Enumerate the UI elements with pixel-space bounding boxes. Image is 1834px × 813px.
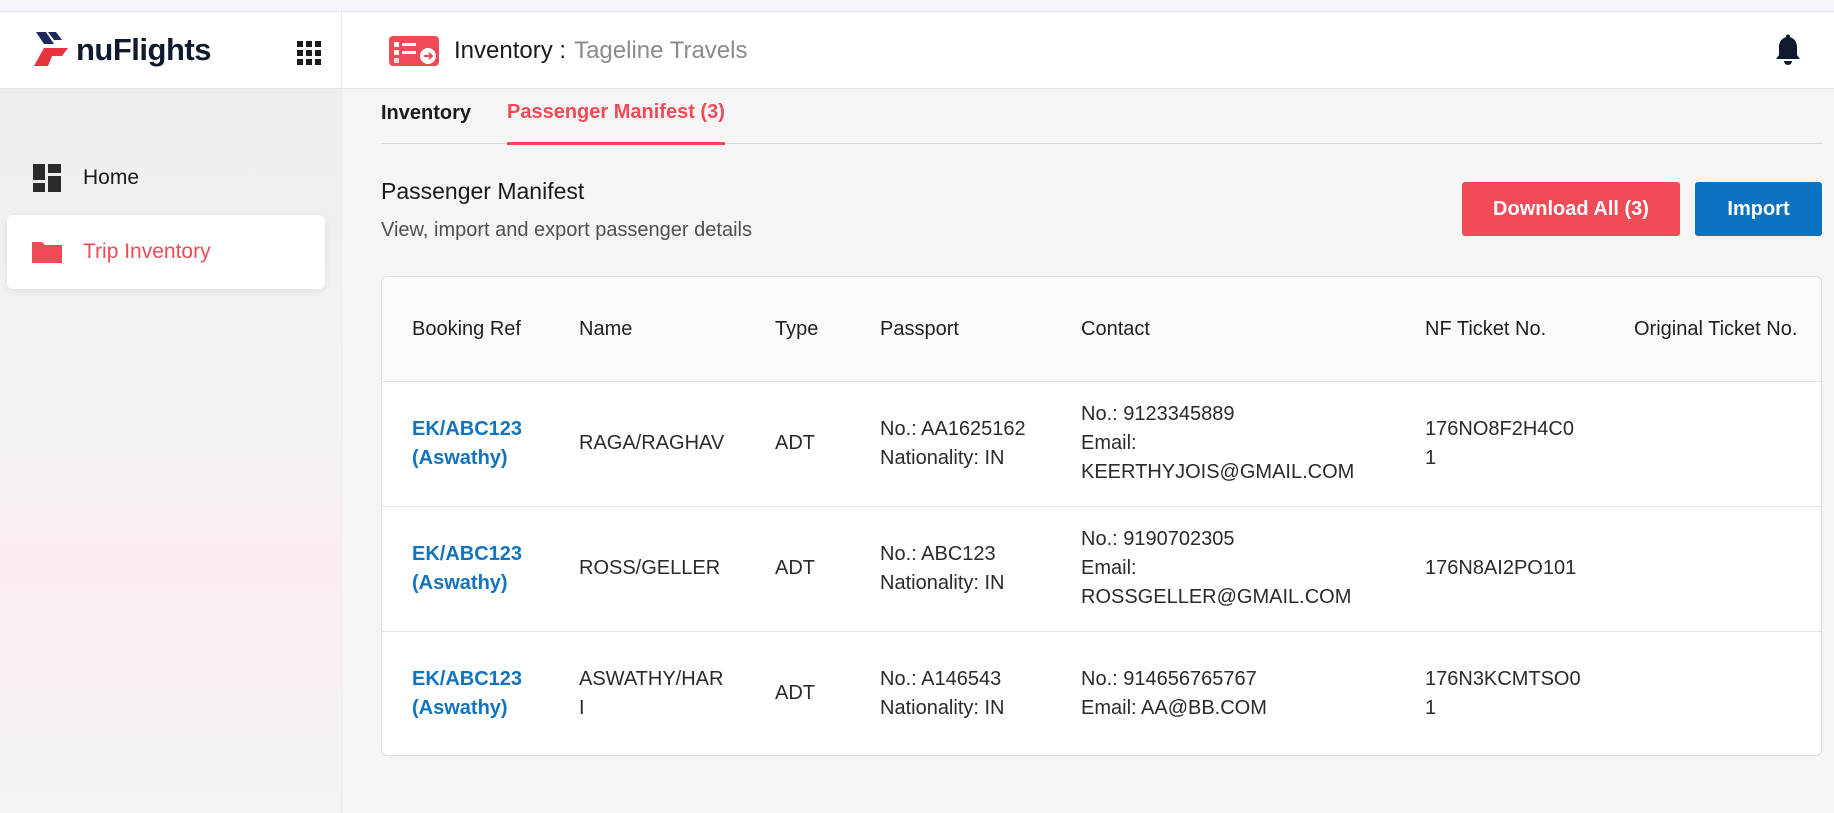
import-button[interactable]: Import xyxy=(1695,182,1822,236)
booking-ref-link[interactable]: EK/ABC123 (Aswathy) xyxy=(382,631,549,755)
header-original-ticket: Original Ticket No. xyxy=(1634,317,1798,340)
contact-email: Email: AA@BB.COM xyxy=(1081,696,1267,719)
booking-ref-link[interactable]: EK/ABC123 (Aswathy) xyxy=(382,506,549,631)
contact-email: Email: ROSSGELLER@GMAIL.COM xyxy=(1081,557,1352,608)
header-name: Name xyxy=(579,317,633,340)
logo-text: nuFlights xyxy=(76,32,211,67)
header-contact: Contact xyxy=(1081,317,1150,340)
folder-icon xyxy=(31,236,63,268)
passenger-type: ADT xyxy=(775,432,815,454)
top-strip xyxy=(0,0,1834,12)
contact-cell: No.: 9190702305 Email: ROSSGELLER@GMAIL.… xyxy=(1051,506,1395,631)
table-row: EK/ABC123 (Aswathy) ROSS/GELLER ADT No.:… xyxy=(382,506,1821,631)
notifications-button[interactable] xyxy=(1772,34,1804,68)
app-grid-button[interactable] xyxy=(294,38,324,68)
contact-number: No.: 9123345889 xyxy=(1081,403,1235,425)
passenger-name: ASWATHY/HARI xyxy=(579,667,724,719)
page-title-agency: Tageline Travels xyxy=(574,37,748,64)
contact-number: No.: 914656765767 xyxy=(1081,667,1257,690)
header-nf-ticket: NF Ticket No. xyxy=(1425,317,1547,340)
app-header: nuFlights Inventory : Tageline Travels xyxy=(0,12,1834,89)
passenger-type: ADT xyxy=(775,557,815,579)
contact-email: Email: KEERTHYJOIS@GMAIL.COM xyxy=(1081,432,1355,483)
sidebar-item-home[interactable]: Home xyxy=(7,141,325,215)
original-ticket-number xyxy=(1604,506,1821,631)
sidebar-item-label: Trip Inventory xyxy=(83,240,211,263)
sidebar-item-trip-inventory[interactable]: Trip Inventory xyxy=(7,215,325,289)
download-all-button[interactable]: Download All (3) xyxy=(1462,182,1680,236)
section-subtitle: View, import and export passenger detail… xyxy=(381,219,752,241)
table-row: EK/ABC123 (Aswathy) ASWATHY/HARI ADT No.… xyxy=(382,631,1821,755)
sidebar: Home Trip Inventory xyxy=(0,89,342,813)
contact-number: No.: 9190702305 xyxy=(1081,528,1235,550)
header-booking-ref: Booking Ref xyxy=(412,317,521,340)
grid-icon xyxy=(297,41,321,65)
passenger-name: RAGA/RAGHAV xyxy=(579,432,725,454)
manifest-table: Booking Ref Name Type Passport Contact N… xyxy=(382,277,1821,755)
passport-number: No.: ABC123 xyxy=(880,542,996,565)
nf-ticket-number: 176N8AI2PO101 xyxy=(1425,557,1577,579)
sidebar-item-label: Home xyxy=(83,166,140,189)
section-title: Passenger Manifest xyxy=(381,178,585,204)
passport-cell: No.: A146543 Nationality: IN xyxy=(850,631,1051,755)
manifest-table-card: Booking Ref Name Type Passport Contact N… xyxy=(381,276,1822,756)
passenger-type: ADT xyxy=(775,682,815,705)
nuflights-logo[interactable]: nuFlights xyxy=(32,28,211,72)
header-passport: Passport xyxy=(880,317,959,340)
passport-number: No.: AA1625162 xyxy=(880,417,1026,440)
page-title-main: Inventory : xyxy=(454,37,567,64)
main-content: Inventory Passenger Manifest (3) Passeng… xyxy=(343,89,1834,813)
nationality: Nationality: IN xyxy=(880,446,1005,469)
booking-ref-link[interactable]: EK/ABC123 (Aswathy) xyxy=(382,381,549,506)
passport-number: No.: A146543 xyxy=(880,667,1002,690)
nf-ticket-number: 176N3KCMTSO01 xyxy=(1425,667,1581,719)
table-row: EK/ABC123 (Aswathy) RAGA/RAGHAV ADT No.:… xyxy=(382,381,1821,506)
contact-cell: No.: 914656765767 Email: AA@BB.COM xyxy=(1051,631,1395,755)
passport-cell: No.: ABC123 Nationality: IN xyxy=(850,506,1051,631)
contact-cell: No.: 9123345889 Email: KEERTHYJOIS@GMAIL… xyxy=(1051,381,1395,506)
ticket-list-icon xyxy=(389,36,439,66)
passenger-name: ROSS/GELLER xyxy=(579,557,721,579)
header-type: Type xyxy=(775,317,819,340)
nationality: Nationality: IN xyxy=(880,571,1005,594)
page-title: Inventory : Tageline Travels xyxy=(388,34,748,68)
table-header-row: Booking Ref Name Type Passport Contact N… xyxy=(382,277,1821,381)
original-ticket-number xyxy=(1604,631,1821,755)
nf-ticket-number: 176NO8F2H4C01 xyxy=(1425,417,1574,469)
original-ticket-number xyxy=(1604,381,1821,506)
logo-area: nuFlights xyxy=(0,12,342,89)
tab-passenger-manifest[interactable]: Passenger Manifest (3) xyxy=(507,89,725,145)
nationality: Nationality: IN xyxy=(880,696,1005,719)
tab-bar: Inventory Passenger Manifest (3) xyxy=(381,89,1823,145)
passport-cell: No.: AA1625162 Nationality: IN xyxy=(850,381,1051,506)
tab-inventory[interactable]: Inventory xyxy=(381,89,471,144)
logo-mark-icon xyxy=(34,32,68,66)
dashboard-icon xyxy=(31,162,63,194)
bell-icon xyxy=(1776,34,1800,65)
